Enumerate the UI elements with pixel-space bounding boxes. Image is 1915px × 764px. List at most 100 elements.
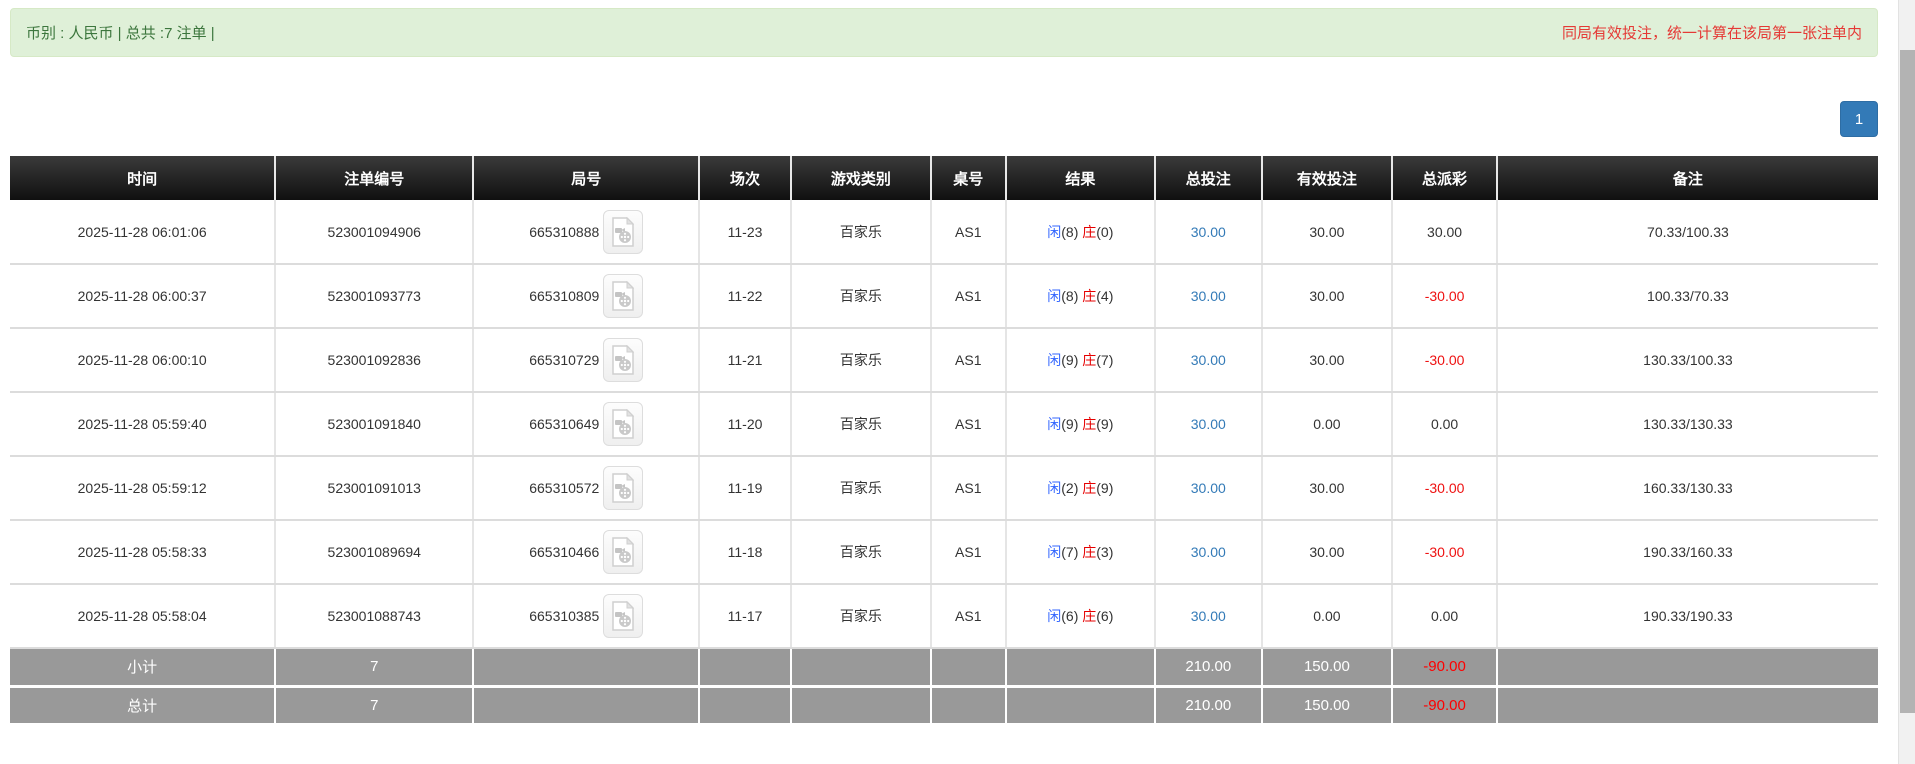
total-valid-bet: 150.00 — [1262, 686, 1393, 724]
cell-result: 闲(8) 庄(0) — [1006, 200, 1155, 264]
col-remark: 备注 — [1497, 156, 1878, 200]
player-label: 闲 — [1047, 352, 1061, 368]
subtotal-valid-bet: 150.00 — [1262, 648, 1393, 686]
cell-valid-bet: 30.00 — [1262, 200, 1393, 264]
video-record-icon[interactable] — [603, 466, 643, 510]
cell-time: 2025-11-28 05:58:33 — [10, 520, 275, 584]
cell-valid-bet: 30.00 — [1262, 520, 1393, 584]
page-content: 币别 : 人民币 | 总共 :7 注单 | 同局有效投注，统一计算在该局第一张注… — [10, 8, 1878, 726]
cell-game-type: 百家乐 — [791, 264, 931, 328]
cell-payout: -30.00 — [1392, 520, 1497, 584]
col-table-id: 桌号 — [931, 156, 1006, 200]
cell-payout: -30.00 — [1392, 456, 1497, 520]
total-bet-link[interactable]: 30.00 — [1191, 480, 1226, 496]
round-no-group: 665310466 — [474, 530, 698, 574]
banker-score: (4) — [1096, 288, 1113, 304]
player-label: 闲 — [1047, 416, 1061, 432]
total-bet-link[interactable]: 30.00 — [1191, 544, 1226, 560]
cell-game-type: 百家乐 — [791, 456, 931, 520]
banker-score: (9) — [1096, 480, 1113, 496]
round-no-text: 665310572 — [529, 480, 599, 496]
cell-bet-no: 523001088743 — [275, 584, 473, 648]
round-no-group: 665310888 — [474, 210, 698, 254]
total-bet-link[interactable]: 30.00 — [1191, 224, 1226, 240]
cell-result: 闲(7) 庄(3) — [1006, 520, 1155, 584]
banker-label: 庄 — [1082, 224, 1096, 240]
player-score: (8) — [1061, 288, 1078, 304]
subtotal-total-bet: 210.00 — [1155, 648, 1261, 686]
cell-payout: 0.00 — [1392, 392, 1497, 456]
cell-total-bet: 30.00 — [1155, 456, 1261, 520]
cell-game-type: 百家乐 — [791, 520, 931, 584]
video-record-icon[interactable] — [603, 338, 643, 382]
round-no-group: 665310385 — [474, 594, 698, 638]
total-bet-link[interactable]: 30.00 — [1191, 288, 1226, 304]
cell-result: 闲(9) 庄(9) — [1006, 392, 1155, 456]
bet-records-table: 时间 注单编号 局号 场次 游戏类别 桌号 结果 总投注 有效投注 总派彩 备注… — [10, 156, 1878, 726]
cell-session: 11-19 — [699, 456, 791, 520]
vertical-scrollbar[interactable] — [1898, 0, 1915, 764]
video-record-icon[interactable] — [603, 530, 643, 574]
cell-remark: 190.33/160.33 — [1497, 520, 1878, 584]
col-round-no: 局号 — [473, 156, 699, 200]
round-no-group: 665310809 — [474, 274, 698, 318]
cell-valid-bet: 30.00 — [1262, 328, 1393, 392]
total-label: 总计 — [10, 686, 275, 724]
player-score: (9) — [1061, 352, 1078, 368]
cell-round-no: 665310385 — [473, 584, 699, 648]
cell-game-type: 百家乐 — [791, 200, 931, 264]
round-no-text: 665310888 — [529, 224, 599, 240]
player-score: (6) — [1061, 608, 1078, 624]
col-valid-bet: 有效投注 — [1262, 156, 1393, 200]
col-result: 结果 — [1006, 156, 1155, 200]
cell-table-id: AS1 — [931, 456, 1006, 520]
cell-game-type: 百家乐 — [791, 328, 931, 392]
round-no-group: 665310649 — [474, 402, 698, 446]
cell-round-no: 665310729 — [473, 328, 699, 392]
cell-valid-bet: 30.00 — [1262, 264, 1393, 328]
cell-payout: -30.00 — [1392, 328, 1497, 392]
table-row: 2025-11-28 05:58:33523001089694665310466… — [10, 520, 1878, 584]
round-no-group: 665310729 — [474, 338, 698, 382]
cell-valid-bet: 0.00 — [1262, 392, 1393, 456]
table-header: 时间 注单编号 局号 场次 游戏类别 桌号 结果 总投注 有效投注 总派彩 备注 — [10, 156, 1878, 200]
cell-bet-no: 523001092836 — [275, 328, 473, 392]
cell-session: 11-18 — [699, 520, 791, 584]
valid-bet-note: 同局有效投注，统一计算在该局第一张注单内 — [1562, 22, 1862, 43]
cell-table-id: AS1 — [931, 328, 1006, 392]
cell-time: 2025-11-28 05:59:12 — [10, 456, 275, 520]
video-record-icon[interactable] — [603, 594, 643, 638]
cell-result: 闲(9) 庄(7) — [1006, 328, 1155, 392]
subtotal-row: 小计 7 210.00 150.00 -90.00 — [10, 648, 1878, 686]
cell-remark: 130.33/130.33 — [1497, 392, 1878, 456]
table-row: 2025-11-28 06:01:06523001094906665310888… — [10, 200, 1878, 264]
cell-total-bet: 30.00 — [1155, 328, 1261, 392]
total-bet-link[interactable]: 30.00 — [1191, 352, 1226, 368]
cell-table-id: AS1 — [931, 200, 1006, 264]
banker-label: 庄 — [1082, 352, 1096, 368]
table-summary: 小计 7 210.00 150.00 -90.00 总计 7 210.00 15… — [10, 648, 1878, 724]
banker-label: 庄 — [1082, 544, 1096, 560]
col-session: 场次 — [699, 156, 791, 200]
total-row: 总计 7 210.00 150.00 -90.00 — [10, 686, 1878, 724]
table-row: 2025-11-28 06:00:10523001092836665310729… — [10, 328, 1878, 392]
video-record-icon[interactable] — [603, 402, 643, 446]
cell-bet-no: 523001094906 — [275, 200, 473, 264]
cell-bet-no: 523001091013 — [275, 456, 473, 520]
subtotal-payout: -90.00 — [1392, 648, 1497, 686]
cell-table-id: AS1 — [931, 392, 1006, 456]
banker-label: 庄 — [1082, 288, 1096, 304]
page-1-button[interactable]: 1 — [1840, 101, 1878, 137]
cell-table-id: AS1 — [931, 520, 1006, 584]
cell-bet-no: 523001091840 — [275, 392, 473, 456]
banker-label: 庄 — [1082, 480, 1096, 496]
cell-total-bet: 30.00 — [1155, 392, 1261, 456]
video-record-icon[interactable] — [603, 210, 643, 254]
total-bet-link[interactable]: 30.00 — [1191, 416, 1226, 432]
round-no-text: 665310649 — [529, 416, 599, 432]
cell-valid-bet: 30.00 — [1262, 456, 1393, 520]
video-record-icon[interactable] — [603, 274, 643, 318]
total-bet-link[interactable]: 30.00 — [1191, 608, 1226, 624]
scrollbar-thumb[interactable] — [1900, 50, 1915, 713]
banker-score: (0) — [1096, 224, 1113, 240]
